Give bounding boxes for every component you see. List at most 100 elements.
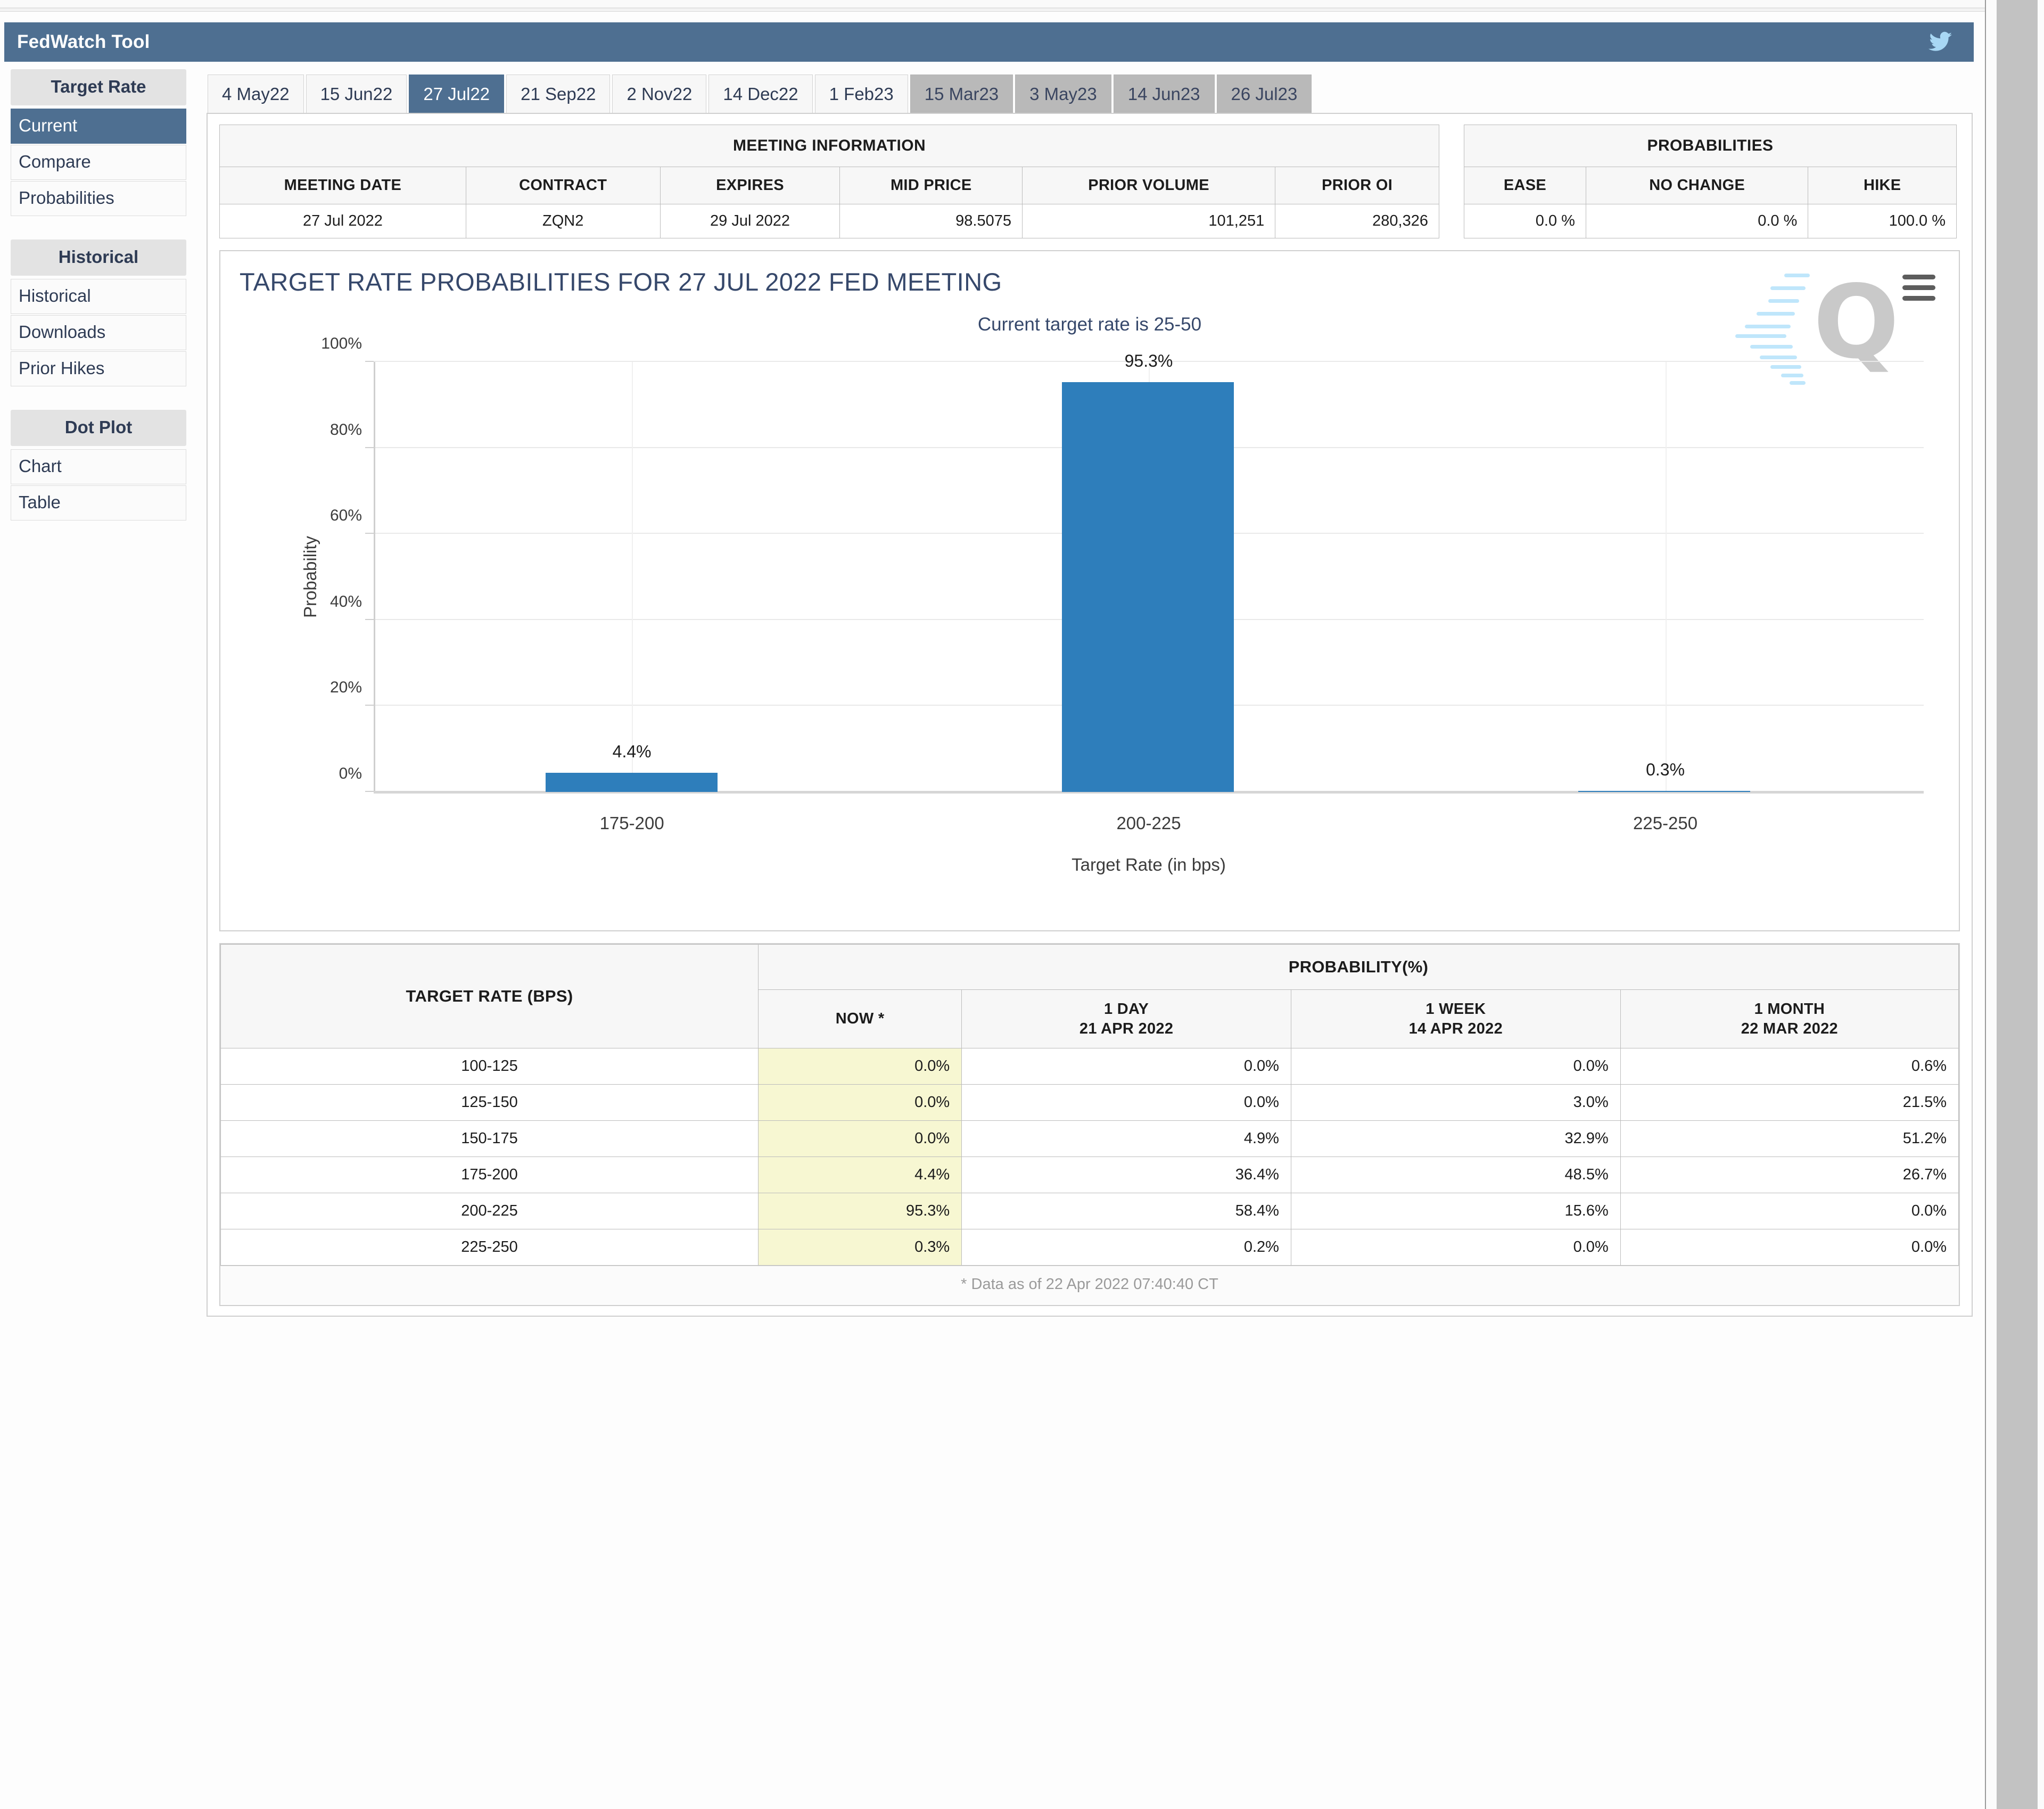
th-1-week-date: 14 APR 2022 [1408, 1020, 1503, 1037]
tab-15-mar23[interactable]: 15 Mar23 [910, 75, 1013, 113]
sidebar-item-table[interactable]: Table [11, 485, 186, 521]
table-row: 225-250 0.3% 0.2% 0.0% 0.0% [220, 1229, 1959, 1266]
cell-now: 0.0% [757, 1120, 962, 1157]
col-hike: HIKE [1808, 167, 1957, 204]
meeting-tab-strip: 4 May22 15 Jun22 27 Jul22 21 Sep22 2 Nov… [207, 69, 1973, 114]
tab-14-dec22[interactable]: 14 Dec22 [708, 75, 813, 113]
tab-2-nov22[interactable]: 2 Nov22 [612, 75, 707, 113]
table-row: 100-125 0.0% 0.0% 0.0% 0.6% [220, 1048, 1959, 1085]
summary-tables-row: MEETING INFORMATION MEETING DATE CONTRAC… [219, 125, 1960, 238]
bar-label-175-200: 4.4% [612, 742, 652, 762]
sidebar-group-target-rate: Target Rate [11, 69, 186, 105]
cell-no-change: 0.0 % [1585, 204, 1809, 238]
tab-1-feb23[interactable]: 1 Feb23 [814, 75, 908, 113]
table-row: 200-225 95.3% 58.4% 15.6% 0.0% [220, 1193, 1959, 1229]
th-1-day: 1 DAY 21 APR 2022 [961, 989, 1291, 1048]
col-contract: CONTRACT [465, 167, 661, 204]
cell-prior-oi: 280,326 [1275, 204, 1439, 238]
th-probability-group: PROBABILITY(%) [758, 944, 1959, 990]
app-header: FedWatch Tool [4, 22, 1974, 62]
cell-rate: 175-200 [220, 1157, 759, 1193]
tab-4-may22[interactable]: 4 May22 [208, 75, 304, 113]
cell-week: 0.0% [1290, 1048, 1621, 1085]
tab-21-sep22[interactable]: 21 Sep22 [506, 75, 611, 113]
cell-now: 95.3% [757, 1193, 962, 1229]
browser-chrome-top [0, 0, 1985, 9]
page-scrollbar-thumb[interactable] [1997, 0, 2038, 1809]
y-tick-0: 0% [339, 765, 362, 782]
cell-week: 15.6% [1290, 1193, 1621, 1229]
bar-225-250[interactable] [1578, 790, 1750, 792]
col-expires: EXPIRES [660, 167, 840, 204]
y-tick-60: 60% [329, 507, 362, 525]
th-1-month-top: 1 MONTH [1754, 1001, 1825, 1018]
cell-now: 0.0% [757, 1084, 962, 1121]
tab-27-jul22[interactable]: 27 Jul22 [409, 75, 505, 113]
cell-week: 0.0% [1290, 1229, 1621, 1266]
sidebar-item-probabilities[interactable]: Probabilities [11, 181, 186, 216]
meeting-information-title: MEETING INFORMATION [219, 125, 1439, 167]
app-title: FedWatch Tool [17, 31, 150, 52]
y-axis-label: Probability [300, 535, 320, 618]
cell-ease: 0.0 % [1464, 204, 1586, 238]
th-1-day-date: 21 APR 2022 [1079, 1020, 1174, 1037]
sidebar-item-compare[interactable]: Compare [11, 145, 186, 180]
cell-rate: 200-225 [220, 1193, 759, 1229]
tab-26-jul23[interactable]: 26 Jul23 [1216, 75, 1312, 113]
cell-month: 51.2% [1620, 1120, 1959, 1157]
cell-day: 4.9% [961, 1120, 1291, 1157]
cell-month: 0.0% [1620, 1193, 1959, 1229]
cell-meeting-date: 27 Jul 2022 [219, 204, 466, 238]
y-tick-80: 80% [329, 420, 362, 439]
sidebar-item-downloads[interactable]: Downloads [11, 315, 186, 350]
hamburger-menu-icon[interactable] [1902, 275, 1935, 307]
cell-prior-volume: 101,251 [1021, 204, 1276, 238]
cut-off-text-row [207, 1789, 1973, 1805]
col-prior-oi: PRIOR OI [1275, 167, 1439, 204]
sidebar-item-current[interactable]: Current [11, 109, 186, 144]
bar-chart-plot: Probability 100% 80% 60% 40% 20% 0% 4.4%… [300, 335, 1924, 874]
cell-now: 0.3% [757, 1229, 962, 1266]
bar-200-225[interactable] [1061, 382, 1234, 792]
table-row: 175-200 4.4% 36.4% 48.5% 26.7% [220, 1157, 1959, 1193]
sidebar-item-historical[interactable]: Historical [11, 279, 186, 314]
twitter-icon[interactable] [1925, 29, 1956, 55]
probability-table-card: TARGET RATE (BPS) PROBABILITY(%) NOW * 1… [219, 943, 1960, 1306]
page-scrollbar-track[interactable] [1985, 0, 2044, 1809]
data-timestamp-footnote: * Data as of 22 Apr 2022 07:40:40 CT [220, 1266, 1959, 1305]
x-tick-175-200: 175-200 [599, 813, 664, 833]
bar-label-200-225: 95.3% [1124, 351, 1173, 370]
chart-title: TARGET RATE PROBABILITIES FOR 27 JUL 202… [240, 268, 1002, 296]
table-row: 0.0 % 0.0 % 100.0 % [1464, 204, 1957, 238]
sidebar-item-prior-hikes[interactable]: Prior Hikes [11, 351, 186, 386]
cell-mid-price: 98.5075 [839, 204, 1023, 238]
sidebar: Target Rate Current Compare Probabilitie… [4, 69, 189, 522]
chart-subtitle: Current target rate is 25-50 [977, 314, 1202, 335]
col-prior-volume: PRIOR VOLUME [1021, 167, 1276, 204]
cell-month: 26.7% [1620, 1157, 1959, 1193]
probabilities-title: PROBABILITIES [1464, 125, 1957, 167]
tab-3-may23[interactable]: 3 May23 [1015, 75, 1111, 113]
fedwatch-app: FedWatch Tool Target Rate Current Compar… [0, 12, 1985, 1809]
x-axis-label: Target Rate (in bps) [1072, 855, 1226, 874]
cell-day: 0.0% [961, 1084, 1291, 1121]
col-mid-price: MID PRICE [839, 167, 1023, 204]
th-1-week: 1 WEEK 14 APR 2022 [1290, 989, 1621, 1048]
bar-175-200[interactable] [546, 773, 718, 792]
cell-expires: 29 Jul 2022 [660, 204, 840, 238]
y-tick-40: 40% [329, 592, 362, 610]
x-tick-200-225: 200-225 [1116, 813, 1181, 833]
cell-now: 0.0% [757, 1048, 962, 1085]
sidebar-item-chart[interactable]: Chart [11, 449, 186, 484]
col-meeting-date: MEETING DATE [219, 167, 466, 204]
cell-rate: 225-250 [220, 1229, 759, 1266]
bar-label-225-250: 0.3% [1646, 759, 1685, 779]
tab-14-jun23[interactable]: 14 Jun23 [1113, 75, 1215, 113]
col-ease: EASE [1464, 167, 1586, 204]
cell-week: 48.5% [1290, 1157, 1621, 1193]
meeting-information-table: MEETING INFORMATION MEETING DATE CONTRAC… [219, 125, 1439, 238]
cell-rate: 150-175 [220, 1120, 759, 1157]
probabilities-summary-table: PROBABILITIES EASE NO CHANGE HIKE 0.0 % … [1464, 125, 1957, 238]
table-row: 125-150 0.0% 0.0% 3.0% 21.5% [220, 1084, 1959, 1121]
tab-15-jun22[interactable]: 15 Jun22 [306, 75, 407, 113]
